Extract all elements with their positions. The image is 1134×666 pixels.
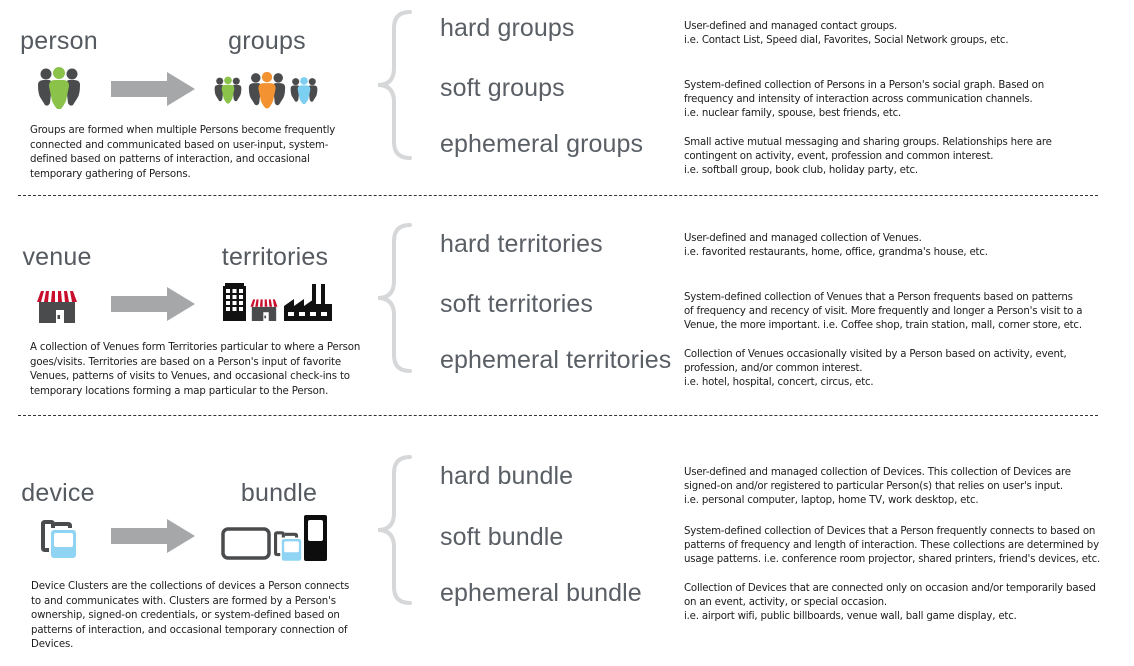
type-description-ephemeral: Small active mutual messaging and sharin… [684,136,1124,178]
description-line: User-defined and managed collection of D… [684,467,1071,478]
description-line: System-defined collection of Persons in … [684,80,1044,91]
description-line: User-defined and managed collection of V… [684,233,922,244]
type-description-ephemeral: Collection of Venues occasionally visite… [684,348,1124,390]
description-line: signed-on and/or registered to particula… [684,481,1063,493]
store-icon [37,291,77,323]
tv-screen-icon [221,527,271,560]
description-line: Device Clusters are the collections of d… [31,581,350,592]
person-icon [38,67,80,109]
device-icon [274,531,302,561]
description-line: i.e. softball group, book club, holiday … [684,165,918,177]
description-line: User-defined and managed contact groups. [684,21,898,32]
curly-brace-icon [377,455,412,605]
description-line: Venue, the more important. i.e. Coffee s… [684,320,1082,332]
description-line: i.e. airport wifi, public billboards, ve… [684,611,1017,623]
section-description: Device Clusters are the collections of d… [31,580,349,653]
device-icon [41,520,76,558]
description-line: i.e. favorited restaurants, home, office… [684,247,988,259]
description-line: frequency and intensity of interaction a… [684,94,1033,106]
section-description: A collection of Venues form Territories … [30,341,360,399]
description-line: i.e. personal computer, laptop, home TV,… [684,495,979,507]
section-description: Groups are formed when multiple Persons … [30,124,335,182]
description-line: of frequency and recency of visit. More … [684,306,1083,318]
description-line: Small active mutual messaging and sharin… [684,137,1052,148]
description-line: profession, and/or common interest. [684,363,863,375]
type-description-ephemeral: Collection of Devices that are connected… [684,582,1124,624]
type-description-hard: User-defined and managed collection of V… [684,232,1124,260]
type-label-hard: hard groups [440,14,575,42]
description-line: on an event, activity, or special occasi… [684,597,887,609]
type-description-hard: User-defined and managed contact groups.… [684,20,1124,48]
description-line: connected and communicated based on user… [30,139,329,151]
type-label-soft: soft bundle [440,523,564,551]
description-line: i.e. nuclear family, spouse, best friend… [684,108,902,120]
source-label: device [21,479,95,507]
description-line: goes/visits. Territories are based on a … [30,356,341,368]
description-line: System-defined collection of Devices tha… [684,526,1096,537]
group-green-icon [214,76,242,104]
section-divider [18,415,1098,416]
phone-icon [304,515,327,561]
description-line: Collection of Devices that are connected… [684,583,1096,594]
source-label: venue [22,243,92,271]
description-line: patterns of frequency and length of inte… [684,540,1099,552]
description-line: temporary locations forming a map partic… [30,385,329,397]
type-description-soft: System-defined collection of Venues that… [684,291,1124,333]
type-description-soft: System-defined collection of Persons in … [684,79,1124,121]
type-label-soft: soft groups [440,74,565,102]
target-label: territories [221,243,329,271]
description-line: Devices. [31,639,74,651]
type-label-hard: hard bundle [440,462,574,490]
type-description-soft: System-defined collection of Devices tha… [684,525,1124,567]
type-label-hard: hard territories [440,230,603,258]
curly-brace-icon [377,10,412,160]
arrow-icon [111,519,195,553]
description-line: i.e. hotel, hospital, concert, circus, e… [684,377,874,389]
description-line: to and communicates with. Clusters are f… [31,595,336,607]
type-label-ephemeral: ephemeral territories [440,346,672,374]
type-description-hard: User-defined and managed collection of D… [684,466,1124,508]
source-label: person [20,27,98,55]
description-line: i.e. Contact List, Speed dial, Favorites… [684,35,1009,47]
description-line: defined based on patterns of interaction… [30,154,310,166]
description-line: usage patterns. i.e. conference room pro… [684,554,1101,566]
description-line: patterns of interaction, and occasional … [31,624,348,636]
type-label-soft: soft territories [440,290,594,318]
description-line: Collection of Venues occasionally visite… [684,349,1067,360]
description-line: Venues, patterns of visits to Venues, an… [30,371,350,383]
curly-brace-icon [377,223,412,373]
description-line: A collection of Venues form Territories … [30,342,361,353]
type-label-ephemeral: ephemeral bundle [440,579,642,607]
target-label: groups [228,27,306,55]
factory-icon [284,284,332,321]
section-groups: person groups Groups are formed when mul… [0,0,1134,196]
arrow-icon [111,287,195,321]
description-line: contingent on activity, event, professio… [684,151,994,163]
group-blue-icon [290,77,318,104]
description-line: System-defined collection of Venues that… [684,292,1073,303]
description-line: temporary gathering of Persons. [30,168,191,180]
description-line: Groups are formed when multiple Persons … [30,125,336,136]
office-building-icon [223,283,246,321]
target-label: bundle [240,479,318,507]
group-orange-icon [248,71,286,109]
section-divider [18,195,1098,196]
description-line: ownership, signed-on credentials, or sys… [31,610,340,622]
store-icon [250,299,278,321]
arrow-icon [111,72,195,106]
type-label-ephemeral: ephemeral groups [440,130,644,158]
